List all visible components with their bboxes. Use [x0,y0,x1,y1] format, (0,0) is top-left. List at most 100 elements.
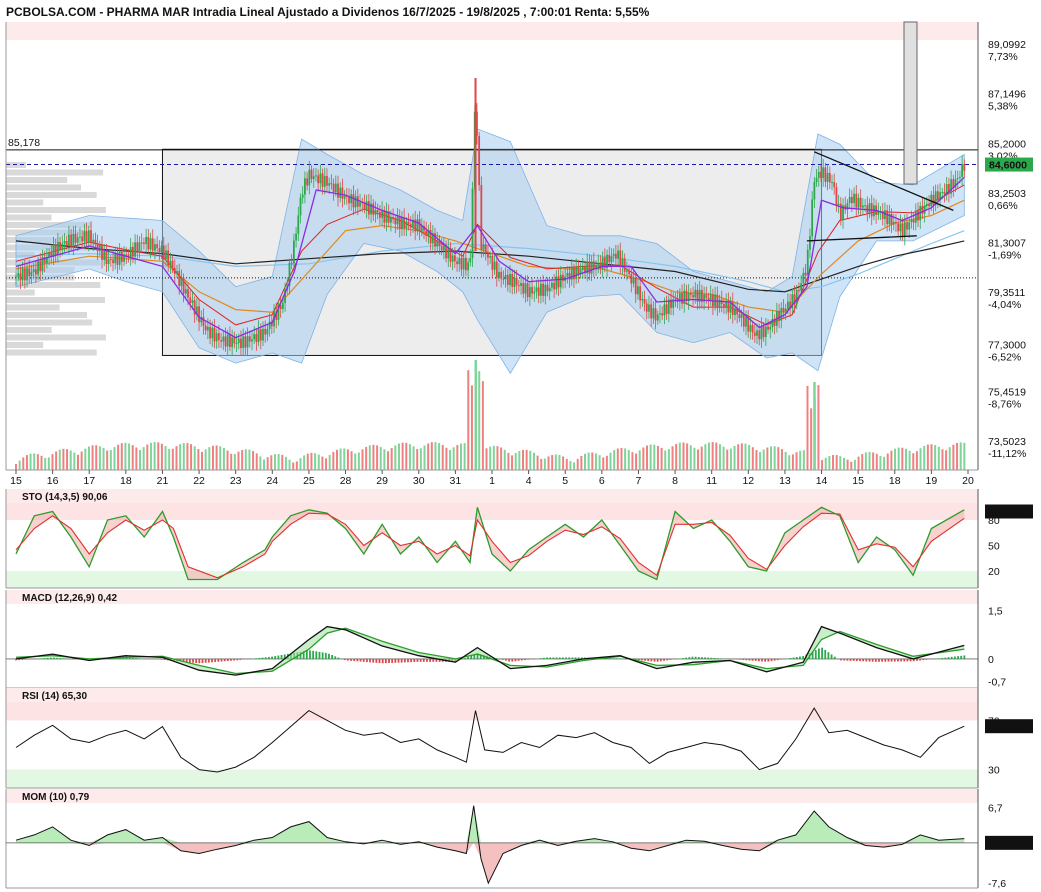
candle-body [465,257,467,271]
volume-bar [602,457,605,470]
volume-bar [853,459,856,470]
volume-bar [405,442,408,470]
volume-bar [656,445,659,470]
y-tick-label: 83,2503 [988,188,1026,200]
candle-body [895,221,897,224]
candle-body [767,326,769,330]
volume-bar [780,449,783,470]
macd-histogram-bar [56,657,58,659]
candle-body [784,308,787,312]
macd-histogram-bar [157,658,160,660]
macd-histogram-bar [925,658,928,660]
volume-bar [423,445,426,470]
candle-body [778,311,780,321]
candle-body [643,298,646,304]
macd-histogram-bar [384,658,387,664]
candle-body [295,233,297,241]
candle-body [304,178,306,195]
macd-histogram-bar [233,658,236,661]
candle-body [154,244,156,251]
candle-body [103,250,106,260]
volume-bar [117,444,120,470]
volume-bar [379,446,382,470]
candle-body [240,338,242,349]
candle-body [740,313,743,318]
macd-histogram-bar [729,658,732,660]
macd-histogram-bar [511,658,514,662]
macd-histogram-bar [138,658,141,659]
macd-histogram-bar [618,658,621,659]
volume-bar [532,452,535,470]
volume-bar [788,455,791,470]
candle-body [917,210,919,221]
rsi-panel-tick: 30 [988,765,1000,777]
macd-histogram-bar [318,651,321,659]
volume-spike [474,360,478,470]
candle-body [317,175,320,184]
macd-histogram-bar [328,653,330,659]
macd-histogram-bar [369,658,371,663]
candle-body [180,277,183,286]
macd-histogram-bar [198,658,201,664]
macd-histogram-bar [505,658,507,661]
volume-bar [711,442,714,470]
macd-histogram-bar [941,657,944,659]
candle-body [143,242,145,245]
volume-bar [55,451,58,470]
candle-body [857,197,860,208]
macd-histogram-bar [735,658,738,660]
volume-bar [864,452,867,470]
macd-histogram-bar [429,658,432,662]
candle-body [694,289,697,298]
macd-histogram-bar [827,652,830,659]
volume-bar [697,449,700,470]
macd-histogram-bar [539,658,542,659]
candle-body [612,253,615,257]
candle-body [535,287,538,292]
macd-histogram-bar [463,658,466,659]
volume-bar [397,443,400,470]
candle-body [654,308,657,321]
candle-body [440,245,443,251]
candle-body [68,234,70,246]
macd-histogram-bar [527,658,530,660]
macd-histogram-bar [713,657,716,659]
macd-histogram-bar [543,657,545,659]
macd-histogram-bar [938,658,940,659]
volume-bar [791,454,794,470]
candle-body [478,135,481,186]
candle-body [795,290,798,305]
candle-body [901,223,904,237]
macd-histogram-bar [109,658,112,660]
macd-histogram-bar [520,658,523,661]
volume-bar [467,370,470,470]
candle-body [292,240,295,264]
volume-bar [708,442,711,470]
macd-panel-header-band [6,590,978,604]
candle-body [908,221,911,230]
macd-histogram-bar [881,658,884,662]
candle-body [961,163,964,177]
volume-profile-bar [6,297,105,303]
macd-histogram-bar [795,657,798,659]
candle-body [963,163,966,171]
macd-histogram-bar [223,658,226,662]
candle-body [233,337,236,344]
candle-body [354,196,357,208]
candle-body [614,253,617,259]
macd-histogram-bar [72,658,74,660]
volume-bar [25,455,28,470]
volume-profile-bar [6,184,82,191]
candle-body [568,272,571,280]
candle-body [749,325,752,332]
volume-bar [835,455,838,470]
macd-histogram-bar [776,658,779,661]
volume-bar [339,448,342,470]
candle-body [553,282,556,290]
macd-histogram-bar [615,658,618,659]
volume-bar [77,454,80,470]
y-tick-label: 89,0992 [988,39,1026,51]
volume-bar [376,445,379,470]
candle-body [191,300,194,303]
candle-body [663,304,666,316]
